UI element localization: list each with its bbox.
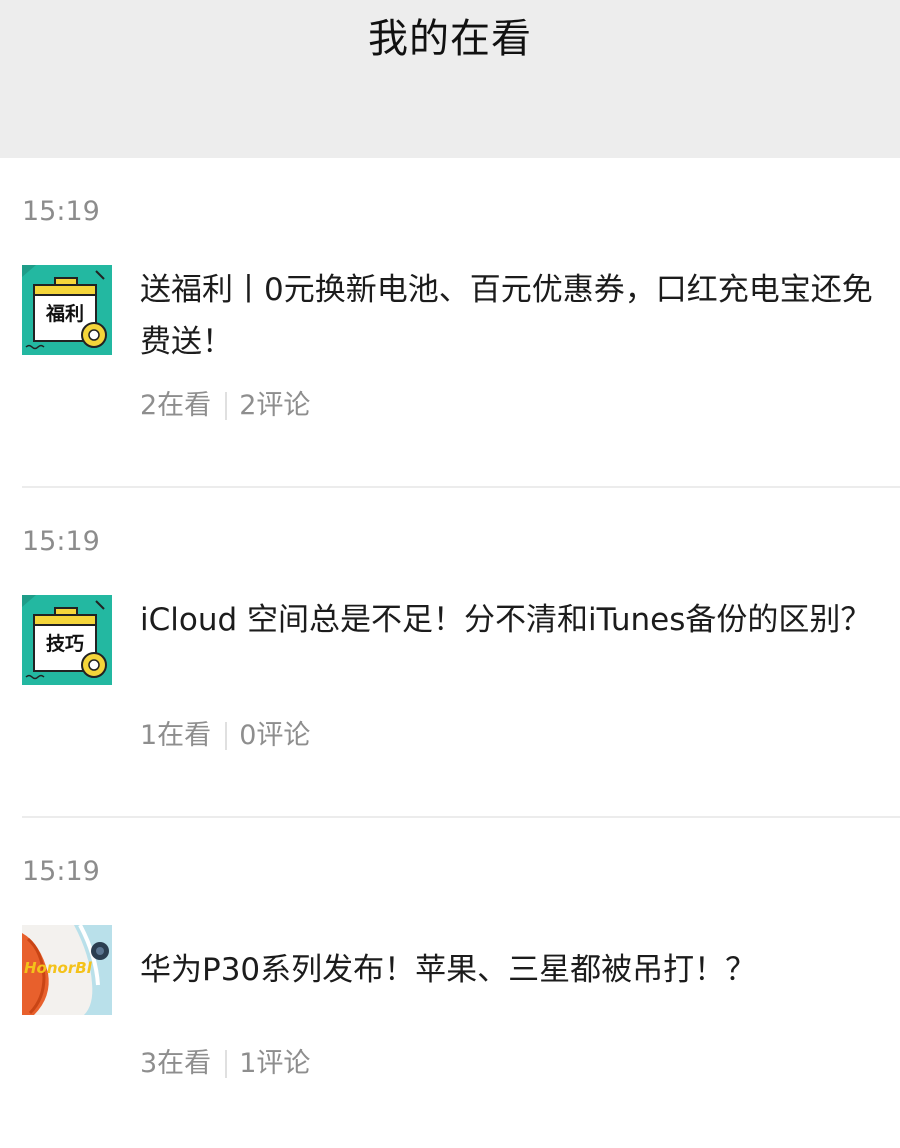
comment-count: 2评论 <box>239 390 311 421</box>
article-thumbnail[interactable]: 技巧 <box>22 595 112 685</box>
thumb-label: 技巧 <box>46 632 84 655</box>
article-stats: 1在看 0评论 <box>140 718 310 754</box>
divider <box>225 392 228 420</box>
list-item[interactable]: 15:19 福利 送福利丨0元换新电池、百元优惠券，口红充电宝还免费送！ 2在看… <box>0 158 900 488</box>
view-count: 3在看 <box>140 1048 212 1079</box>
comment-count: 0评论 <box>239 720 311 751</box>
page-title: 我的在看 <box>368 16 532 62</box>
thumb-label: HonorBl <box>24 959 93 977</box>
view-count: 1在看 <box>140 720 212 751</box>
article-title[interactable]: iCloud 空间总是不足！分不清和iTunes备份的区别？ <box>140 594 875 646</box>
view-count: 2在看 <box>140 390 212 421</box>
header-bar: 我的在看 <box>0 0 900 158</box>
article-title[interactable]: 送福利丨0元换新电池、百元优惠券，口红充电宝还免费送！ <box>140 264 875 368</box>
timestamp: 15:19 <box>22 526 100 557</box>
article-thumbnail[interactable]: 福利 <box>22 265 112 355</box>
divider <box>225 722 228 750</box>
article-title[interactable]: 华为P30系列发布！苹果、三星都被吊打！？ <box>140 944 875 996</box>
timestamp: 15:19 <box>22 196 100 227</box>
list-item[interactable]: 15:19 HonorBl 华为P30系列发布！苹果、三星都被吊打！？ 3在看 … <box>0 818 900 1148</box>
timestamp: 15:19 <box>22 856 100 887</box>
list-item[interactable]: 15:19 技巧 iCloud 空间总是不足！分不清和iTunes备份的区别？ … <box>0 488 900 818</box>
watched-articles-list: 15:19 福利 送福利丨0元换新电池、百元优惠券，口红充电宝还免费送！ 2在看… <box>0 158 900 1148</box>
article-stats: 3在看 1评论 <box>140 1046 310 1082</box>
article-thumbnail[interactable]: HonorBl <box>22 925 112 1015</box>
thumb-label: 福利 <box>45 302 84 325</box>
comment-count: 1评论 <box>239 1048 311 1079</box>
divider <box>225 1050 228 1078</box>
article-stats: 2在看 2评论 <box>140 388 310 424</box>
